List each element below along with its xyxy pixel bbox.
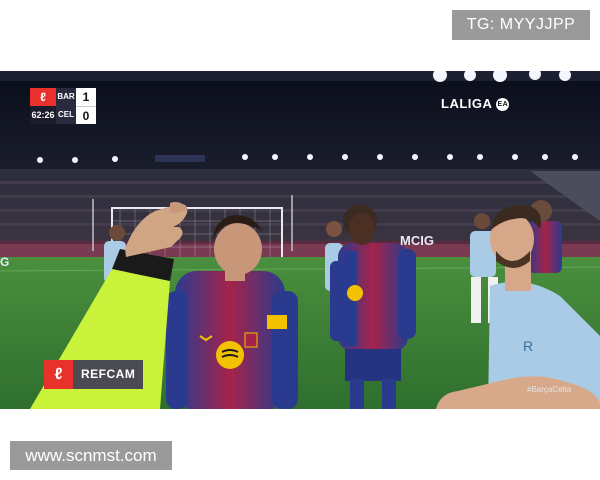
home-team-abbr: BAR	[56, 88, 76, 106]
ea-ball-icon: EA	[496, 98, 510, 112]
svg-text:R: R	[523, 338, 533, 354]
laliga-logo: LALIGA EA	[441, 96, 510, 112]
match-clock: 62:26	[30, 106, 56, 124]
laliga-refcam-logo-icon: ℓ	[44, 360, 73, 389]
ad-board-mcig: MCIG	[400, 233, 434, 248]
ad-board-left: G	[0, 255, 10, 269]
away-score: 0	[76, 106, 96, 124]
watermark-bottom: www.scnmst.com	[10, 441, 172, 470]
refcam-label: REFCAM	[73, 360, 144, 389]
home-score: 1	[76, 88, 96, 106]
laliga-wordmark: LALIGA	[441, 96, 493, 111]
refcam-badge: ℓ REFCAM	[44, 360, 144, 389]
away-team-abbr: CEL	[56, 106, 76, 124]
video-frame: R G MCIG ℓ 62:26 BAR CEL 1 0 LALIGA EA ℓ …	[0, 71, 600, 409]
laliga-mini-logo-icon: ℓ	[30, 88, 56, 106]
scoreboard: ℓ 62:26 BAR CEL 1 0	[30, 88, 96, 124]
watermark-top: TG: MYYJJPP	[452, 10, 590, 40]
hashtag: #BarçaCelta	[527, 385, 572, 394]
